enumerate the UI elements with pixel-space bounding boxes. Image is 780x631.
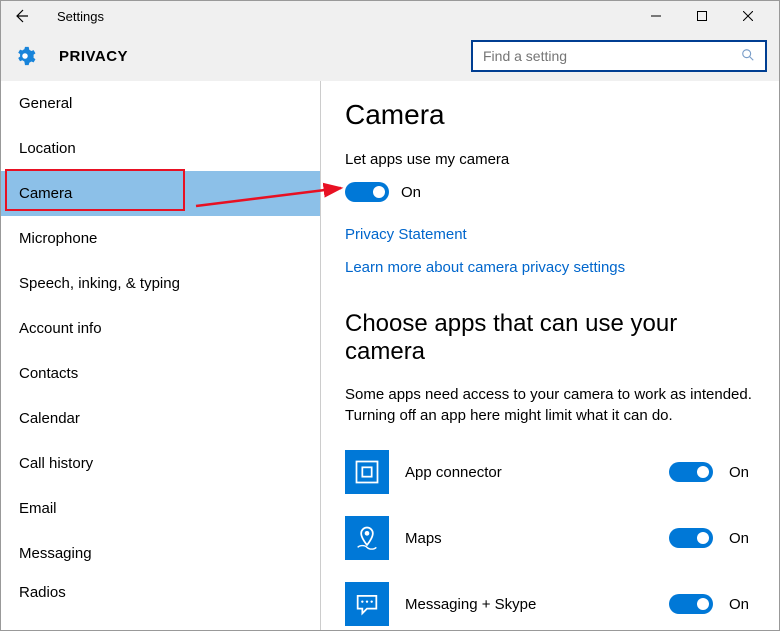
search-input[interactable] bbox=[483, 48, 741, 64]
sidebar-item-location[interactable]: Location bbox=[1, 126, 320, 171]
minimize-icon bbox=[651, 11, 661, 21]
maximize-icon bbox=[697, 11, 707, 21]
back-arrow-icon bbox=[13, 8, 29, 24]
messaging-icon bbox=[345, 582, 389, 626]
app-name: App connector bbox=[405, 464, 653, 481]
sidebar-item-radios[interactable]: Radios bbox=[1, 576, 320, 603]
app-toggle[interactable] bbox=[669, 594, 713, 614]
choose-apps-desc: Some apps need access to your camera to … bbox=[345, 384, 755, 426]
app-state: On bbox=[729, 596, 755, 613]
sidebar-item-label: Speech, inking, & typing bbox=[19, 275, 180, 292]
app-state: On bbox=[729, 530, 755, 547]
gear-icon bbox=[13, 44, 37, 68]
app-connector-icon bbox=[345, 450, 389, 494]
app-row: Messaging + Skype On bbox=[345, 582, 755, 626]
sidebar: General Location Camera Microphone Speec… bbox=[1, 81, 321, 630]
privacy-statement-link[interactable]: Privacy Statement bbox=[345, 226, 755, 243]
sidebar-item-label: Contacts bbox=[19, 365, 78, 382]
allow-apps-toggle[interactable] bbox=[345, 182, 389, 202]
sidebar-item-general[interactable]: General bbox=[1, 81, 320, 126]
search-box[interactable] bbox=[471, 40, 767, 72]
sidebar-item-microphone[interactable]: Microphone bbox=[1, 216, 320, 261]
maximize-button[interactable] bbox=[679, 1, 725, 31]
close-button[interactable] bbox=[725, 1, 771, 31]
sidebar-item-label: Microphone bbox=[19, 230, 97, 247]
sidebar-item-label: Camera bbox=[19, 185, 72, 202]
app-toggle[interactable] bbox=[669, 528, 713, 548]
sidebar-item-label: General bbox=[19, 95, 72, 112]
allow-apps-label: Let apps use my camera bbox=[345, 151, 755, 168]
search-icon bbox=[741, 48, 755, 65]
sidebar-item-label: Call history bbox=[19, 455, 93, 472]
allow-apps-state: On bbox=[401, 184, 421, 201]
sidebar-item-label: Calendar bbox=[19, 410, 80, 427]
category-title: PRIVACY bbox=[59, 48, 128, 65]
app-row: Maps On bbox=[345, 516, 755, 560]
learn-more-link[interactable]: Learn more about camera privacy settings bbox=[345, 259, 755, 276]
sidebar-item-calendar[interactable]: Calendar bbox=[1, 396, 320, 441]
window-controls bbox=[633, 1, 771, 31]
sidebar-item-label: Email bbox=[19, 500, 57, 517]
window-title: Settings bbox=[57, 9, 104, 24]
minimize-button[interactable] bbox=[633, 1, 679, 31]
sidebar-item-label: Radios bbox=[19, 584, 66, 601]
app-row: App connector On bbox=[345, 450, 755, 494]
page-heading: Camera bbox=[345, 99, 755, 131]
sidebar-item-email[interactable]: Email bbox=[1, 486, 320, 531]
main-content: Camera Let apps use my camera On Privacy… bbox=[321, 81, 779, 630]
sidebar-item-account-info[interactable]: Account info bbox=[1, 306, 320, 351]
header: PRIVACY bbox=[1, 31, 779, 81]
sidebar-item-camera[interactable]: Camera bbox=[1, 171, 320, 216]
app-state: On bbox=[729, 464, 755, 481]
sidebar-item-label: Account info bbox=[19, 320, 102, 337]
close-icon bbox=[743, 11, 753, 21]
sidebar-item-contacts[interactable]: Contacts bbox=[1, 351, 320, 396]
titlebar: Settings bbox=[1, 1, 779, 31]
app-name: Maps bbox=[405, 530, 653, 547]
sidebar-item-label: Messaging bbox=[19, 545, 92, 562]
back-button[interactable] bbox=[9, 4, 33, 28]
maps-icon bbox=[345, 516, 389, 560]
sidebar-item-speech[interactable]: Speech, inking, & typing bbox=[1, 261, 320, 306]
app-name: Messaging + Skype bbox=[405, 596, 653, 613]
sidebar-item-label: Location bbox=[19, 140, 76, 157]
app-toggle[interactable] bbox=[669, 462, 713, 482]
sidebar-item-messaging[interactable]: Messaging bbox=[1, 531, 320, 576]
sidebar-item-call-history[interactable]: Call history bbox=[1, 441, 320, 486]
choose-apps-heading: Choose apps that can use your camera bbox=[345, 310, 755, 366]
